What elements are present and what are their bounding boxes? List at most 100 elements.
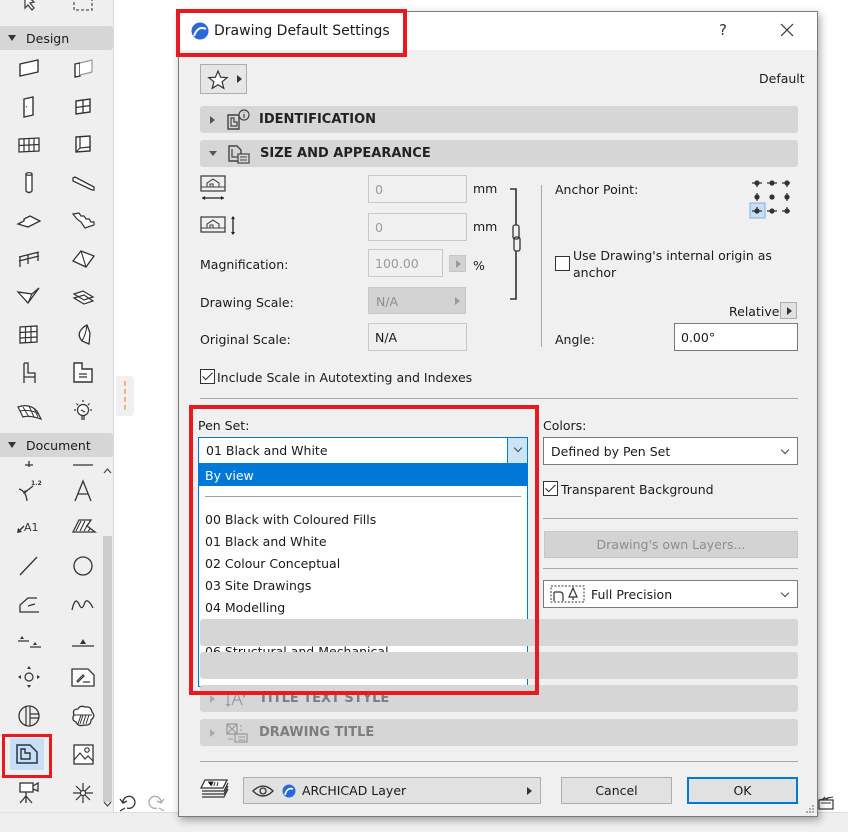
favorites-button[interactable] (200, 64, 247, 94)
tool-column[interactable] (12, 167, 46, 199)
cancel-button[interactable]: Cancel (561, 777, 672, 804)
tool-camera[interactable] (12, 777, 46, 809)
use-internal-origin-checkbox[interactable] (555, 256, 570, 271)
tool-lamp[interactable] (66, 395, 100, 427)
height-input[interactable]: 0 (368, 213, 467, 241)
tool-circle[interactable] (66, 550, 100, 582)
tool-elevation-marker[interactable] (12, 624, 46, 656)
menu-arrow-icon (527, 787, 532, 795)
anchor-point-grid[interactable] (749, 177, 795, 221)
transparent-background-checkbox[interactable] (543, 481, 558, 496)
clapperboard-icon[interactable] (818, 796, 834, 810)
panel-identification[interactable]: IDENTIFICATION (200, 106, 798, 133)
tool-figure[interactable] (66, 738, 100, 770)
toolbox-collapse-handle[interactable] (116, 376, 134, 416)
toolbox-scrollbar[interactable] (102, 460, 113, 810)
scroll-up-icon[interactable] (103, 468, 112, 474)
tool-railing[interactable] (12, 243, 46, 275)
precision-dropdown[interactable]: Full Precision (543, 580, 798, 608)
chair-icon (23, 362, 36, 383)
tool-curtain-wall-wall[interactable] (66, 53, 100, 85)
drawing-scale-dropdown[interactable]: N/A (368, 287, 466, 314)
ok-button[interactable]: OK (687, 777, 798, 804)
slab-icon (16, 215, 42, 228)
colors-dropdown[interactable]: Defined by Pen Set (543, 437, 798, 465)
morph-icon (78, 324, 91, 345)
width-input[interactable]: 0 (368, 175, 467, 203)
tool-arrow[interactable] (12, 0, 46, 20)
section-icon (18, 705, 40, 727)
tool-dimension[interactable] (12, 457, 46, 475)
include-scale-checkbox[interactable] (200, 369, 215, 384)
panel-size-and-appearance[interactable]: SIZE AND APPEARANCE (200, 140, 798, 167)
magnification-input[interactable]: 100.00 (368, 249, 443, 277)
close-icon[interactable] (777, 20, 797, 40)
magnification-menu-button[interactable] (449, 255, 466, 272)
railing-icon (18, 251, 40, 267)
tool-detail[interactable] (66, 700, 100, 732)
tool-shell[interactable] (12, 281, 46, 313)
tool-zone[interactable] (66, 357, 100, 389)
magnification-unit: % (473, 258, 485, 273)
resize-grip-icon[interactable] (805, 804, 815, 814)
tool-door[interactable] (12, 91, 46, 123)
drawings-own-layers-button[interactable]: Drawing's own Layers... (544, 531, 798, 558)
section-divider (543, 568, 798, 569)
elevation-marker-icon (18, 636, 41, 648)
tool-terrain[interactable] (12, 395, 46, 427)
menu-arrow-icon (787, 307, 792, 315)
magnification-label: Magnification: (200, 257, 289, 272)
tool-spline[interactable] (66, 588, 100, 620)
section-divider (200, 398, 798, 399)
tool-stair[interactable] (66, 205, 100, 237)
camera-icon (19, 781, 39, 804)
tool-text[interactable] (66, 475, 100, 507)
tool-wall[interactable] (12, 53, 46, 85)
expand-arrow-icon (210, 694, 215, 703)
tool-beam[interactable] (66, 167, 100, 199)
tool-fill[interactable] (66, 510, 100, 542)
use-internal-origin-label-line1: Use Drawing's internal origin as (573, 248, 772, 263)
tool-roof[interactable] (66, 243, 100, 275)
zone-icon (73, 362, 93, 383)
layer-selector[interactable]: ARCHICAD Layer (243, 777, 541, 804)
redo-icon[interactable] (145, 793, 167, 813)
tool-polyline[interactable] (12, 588, 46, 620)
scroll-down-icon[interactable] (103, 801, 112, 807)
tool-hotspot[interactable] (12, 661, 46, 693)
tool-curtain-wall[interactable] (12, 129, 46, 161)
tool-object[interactable] (12, 357, 46, 389)
angle-input[interactable]: 0.00° (674, 323, 798, 351)
pen-set-highlight-box (189, 405, 539, 695)
tool-line[interactable] (12, 550, 46, 582)
help-button[interactable]: ? (719, 21, 727, 39)
tool-label[interactable]: A1 (12, 510, 46, 542)
panel-title: SIZE AND APPEARANCE (260, 146, 431, 161)
tool-mesh[interactable] (66, 281, 100, 313)
tool-skylight[interactable] (66, 129, 100, 161)
dimension-icon (25, 461, 33, 467)
expand-arrow-icon (210, 728, 215, 737)
circle-icon (73, 556, 93, 576)
tool-radial-dimension[interactable]: 1.2 (12, 475, 46, 507)
tool-worksheet[interactable] (66, 661, 100, 693)
panel-drawing-title[interactable]: DRAWING TITLE (200, 719, 798, 746)
angle-label: Angle: (555, 332, 595, 347)
tool-sun[interactable] (66, 777, 100, 809)
relative-menu-button[interactable] (780, 302, 797, 319)
tool-slab[interactable] (12, 205, 46, 237)
scrollbar-thumb[interactable] (103, 536, 112, 802)
precision-selected: Full Precision (591, 587, 673, 602)
proportion-link-icon[interactable] (507, 187, 525, 302)
stair-icon (71, 212, 95, 229)
tool-window[interactable] (66, 91, 100, 123)
toolbox-section-document[interactable]: Document (0, 433, 113, 457)
tool-marquee[interactable] (66, 0, 100, 20)
tool-curtain-wall-grid[interactable] (12, 319, 46, 351)
tool-section[interactable] (12, 700, 46, 732)
tool-morph[interactable] (66, 319, 100, 351)
toolbox-section-design[interactable]: Design (0, 26, 113, 50)
undo-icon[interactable] (117, 793, 139, 813)
tool-level-marker[interactable] (66, 624, 100, 656)
tool-level-dimension[interactable] (66, 457, 100, 475)
